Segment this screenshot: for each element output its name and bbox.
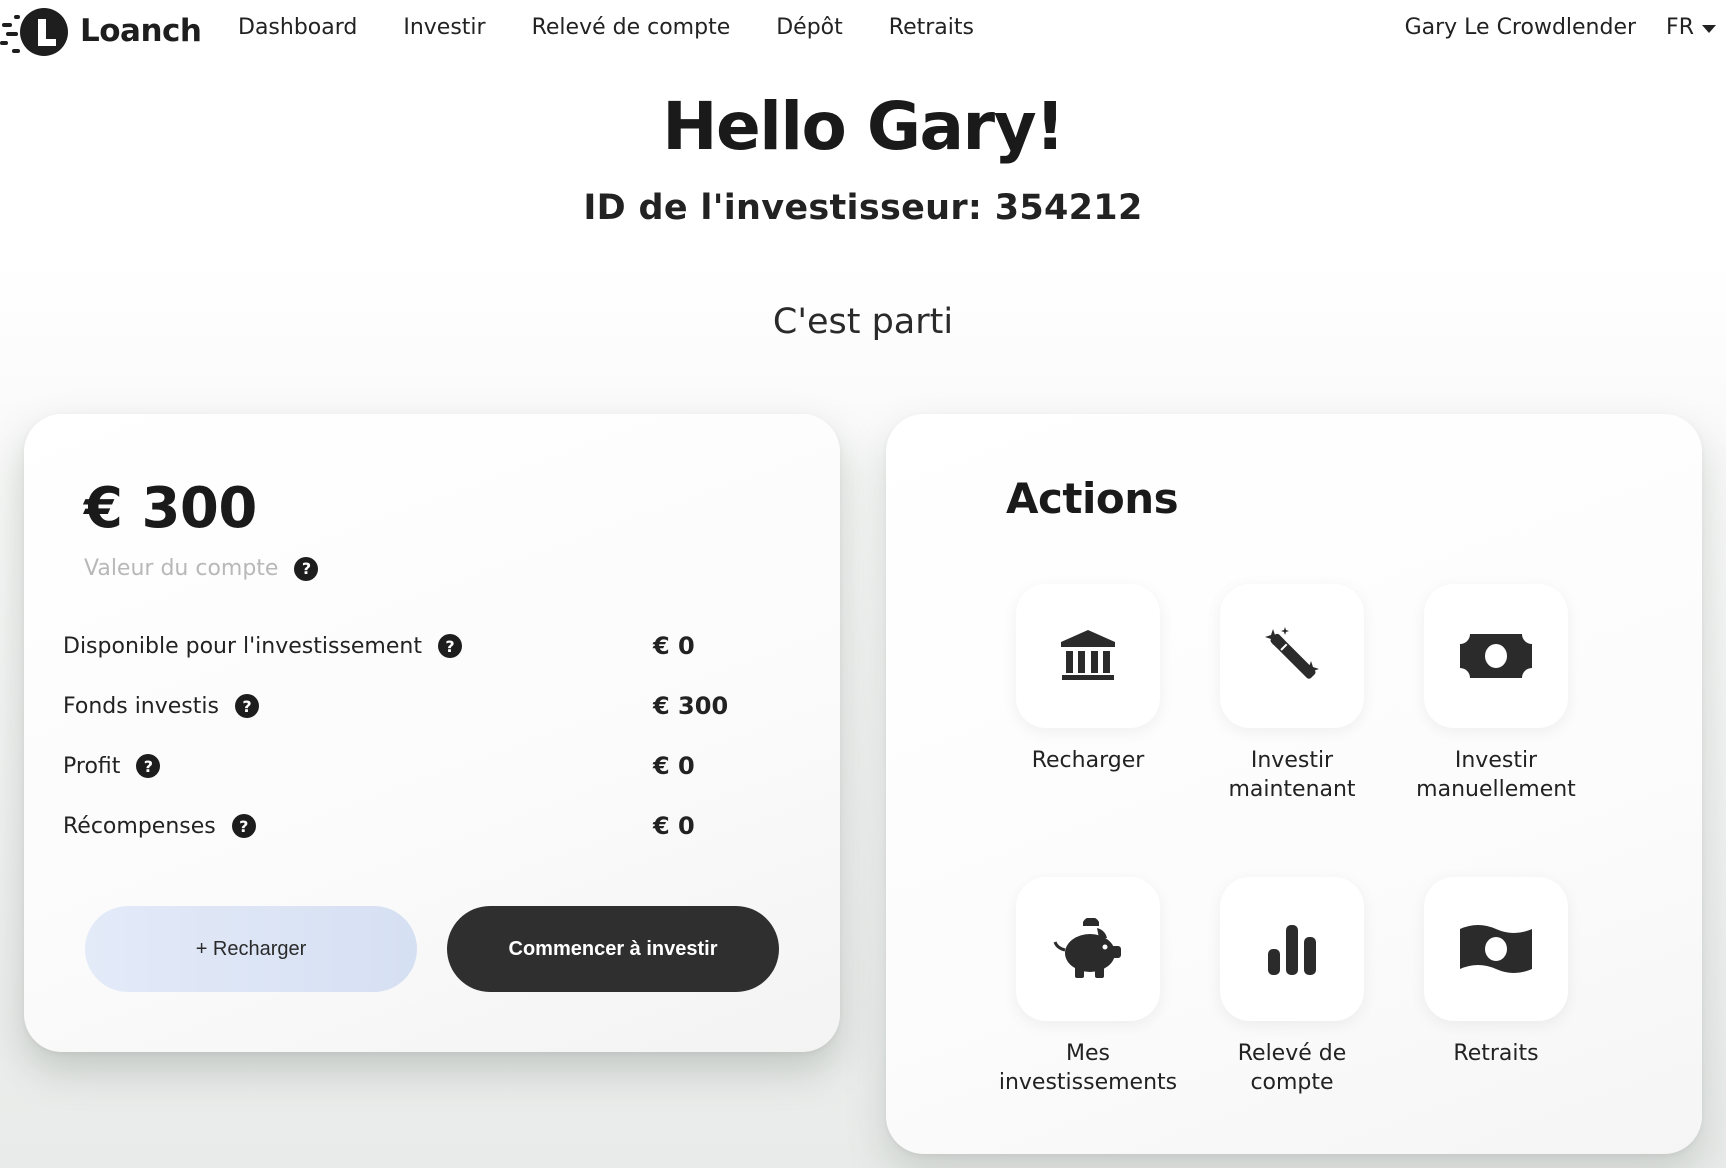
- stat-value: € 0: [653, 812, 695, 840]
- money-wave-icon: [1460, 925, 1532, 973]
- action-label-line: Investir: [1250, 748, 1334, 773]
- start-investing-button[interactable]: Commencer à investir: [447, 906, 779, 992]
- stat-value: € 0: [653, 632, 695, 660]
- action-label: Retraits: [1396, 1039, 1596, 1068]
- stat-label: Fonds investis ?: [63, 694, 653, 719]
- actions-title: Actions: [1006, 474, 1179, 523]
- brand-name: Loanch: [80, 13, 202, 49]
- magic-wand-icon: [1265, 627, 1319, 679]
- account-value-label-text: Valeur du compte: [84, 556, 279, 581]
- action-label-line: Mes: [1066, 1041, 1110, 1066]
- investor-id: ID de l'investisseur: 354212: [583, 188, 1143, 228]
- action-recharger[interactable]: Recharger: [988, 584, 1188, 775]
- language-selector[interactable]: FR: [1666, 15, 1716, 40]
- action-tile[interactable]: [1016, 877, 1160, 1021]
- action-tile[interactable]: [1220, 584, 1364, 728]
- language-code: FR: [1666, 15, 1694, 40]
- stat-label: Disponible pour l'investissement ?: [63, 634, 653, 659]
- action-tile[interactable]: [1424, 584, 1568, 728]
- chevron-down-icon: [1702, 24, 1716, 33]
- action-label-line: Investir: [1454, 748, 1538, 773]
- main-nav: Dashboard Investir Relevé de compte Dépô…: [238, 15, 1020, 40]
- help-icon[interactable]: ?: [437, 634, 462, 658]
- action-label-line: compte: [1250, 1070, 1334, 1095]
- nav-link-dashboard[interactable]: Dashboard: [238, 15, 357, 40]
- action-label-line: Relevé de: [1237, 1041, 1347, 1066]
- action-releve-de-compte[interactable]: Relevé de compte: [1192, 877, 1392, 1097]
- bar-chart-icon: [1268, 925, 1316, 975]
- money-bill-icon: [1460, 634, 1532, 678]
- stat-value: € 300: [653, 692, 729, 720]
- stat-label-text: Récompenses: [63, 813, 216, 839]
- stat-value: € 0: [653, 752, 695, 780]
- stat-label-text: Fonds investis: [63, 693, 219, 719]
- recharge-button[interactable]: + Recharger: [85, 906, 417, 992]
- stat-label-text: Profit: [63, 753, 121, 779]
- action-retraits[interactable]: Retraits: [1396, 877, 1596, 1068]
- nav-link-depot[interactable]: Dépôt: [776, 15, 843, 40]
- action-label: Relevé de compte: [1192, 1039, 1392, 1097]
- stat-row-rewards: Récompenses ? € 0: [63, 806, 753, 846]
- action-tile[interactable]: [1220, 877, 1364, 1021]
- bank-icon: [1061, 630, 1115, 680]
- account-balance: € 300: [84, 476, 257, 541]
- action-label: Mes investissements: [988, 1039, 1188, 1097]
- action-label-line: Recharger: [1031, 748, 1145, 773]
- action-label-line: maintenant: [1228, 777, 1356, 802]
- help-icon[interactable]: ?: [231, 814, 256, 838]
- user-menu[interactable]: Gary Le Crowdlender: [1405, 15, 1636, 40]
- action-mes-investissements[interactable]: Mes investissements: [988, 877, 1188, 1097]
- help-icon[interactable]: ?: [136, 754, 161, 778]
- user-area: Gary Le Crowdlender FR: [1405, 15, 1716, 40]
- account-value-label: Valeur du compte ?: [84, 556, 319, 581]
- action-label: Investir maintenant: [1192, 746, 1392, 804]
- stat-row-available: Disponible pour l'investissement ? € 0: [63, 626, 753, 666]
- help-icon[interactable]: ?: [234, 694, 259, 718]
- help-icon[interactable]: ?: [294, 556, 319, 581]
- action-tile[interactable]: [1016, 584, 1160, 728]
- action-label: Investir manuellement: [1396, 746, 1596, 804]
- greeting-title: Hello Gary!: [662, 88, 1065, 165]
- action-investir-maintenant[interactable]: Investir maintenant: [1192, 584, 1392, 804]
- nav-link-retraits[interactable]: Retraits: [889, 15, 974, 40]
- section-subtitle: C'est parti: [772, 302, 954, 342]
- stat-label: Récompenses ?: [63, 814, 653, 839]
- nav-link-releve-de-compte[interactable]: Relevé de compte: [532, 15, 731, 40]
- action-investir-manuellement[interactable]: Investir manuellement: [1396, 584, 1596, 804]
- stat-label-text: Disponible pour l'investissement: [63, 633, 422, 659]
- piggy-bank-icon: [1053, 918, 1121, 978]
- top-navigation: Loanch Dashboard Investir Relevé de comp…: [0, 0, 1726, 66]
- stat-row-profit: Profit ? € 0: [63, 746, 753, 786]
- action-label-line: investissements: [998, 1070, 1178, 1095]
- stat-row-invested-funds: Fonds investis ? € 300: [63, 686, 753, 726]
- brand-logo[interactable]: Loanch: [0, 4, 202, 58]
- action-label-line: Retraits: [1453, 1041, 1539, 1066]
- action-label-line: manuellement: [1416, 777, 1576, 802]
- action-label: Recharger: [988, 746, 1188, 775]
- action-tile[interactable]: [1424, 877, 1568, 1021]
- loanch-logo-icon: [0, 8, 68, 56]
- stat-label: Profit ?: [63, 754, 653, 779]
- nav-link-investir[interactable]: Investir: [403, 15, 485, 40]
